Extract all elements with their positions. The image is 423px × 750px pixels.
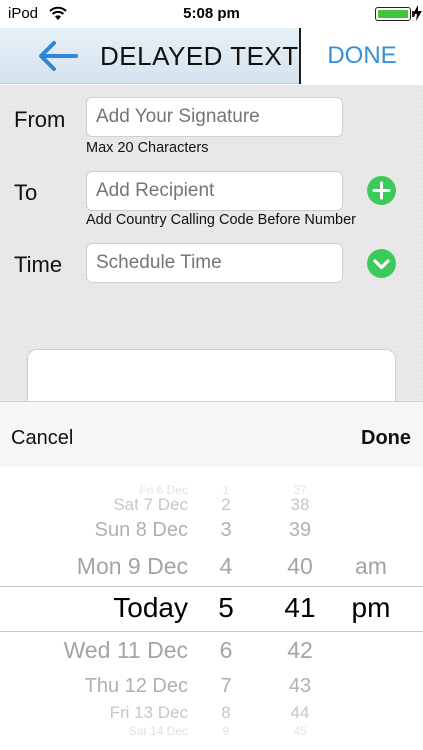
done-button[interactable]: DONE (301, 28, 423, 84)
date-time-picker[interactable]: Fri 6 Dec Sat 7 Dec Sun 8 Dec Mon 9 Dec Toda… (0, 467, 423, 750)
picker-hour-option[interactable]: 7 (200, 676, 252, 696)
plus-circle-icon (372, 181, 391, 200)
picker-date-option[interactable]: Fri 13 Dec (20, 704, 188, 721)
status-time: 5:08 pm (183, 5, 240, 22)
picker-hour-option[interactable]: 8 (200, 704, 252, 721)
status-bar: iPod 5:08 pm (0, 0, 423, 28)
picker-minute-option[interactable]: 43 (268, 676, 332, 696)
picker-cancel-button[interactable]: Cancel (11, 427, 73, 450)
time-label: Time (14, 252, 63, 277)
picker-date-option[interactable]: Wed 11 Dec (20, 638, 188, 662)
from-hint: Max 20 Characters (86, 140, 209, 156)
chevron-down-circle-icon (373, 259, 390, 270)
battery-icon (375, 7, 415, 21)
picker-hour-selected[interactable]: 5 (200, 594, 252, 622)
from-signature-input[interactable] (86, 97, 343, 137)
picker-minute-option[interactable]: 39 (268, 520, 332, 540)
picker-date-option[interactable]: Sat 14 Dec (20, 725, 188, 737)
charging-bolt-icon (413, 5, 422, 21)
picker-minute-option[interactable]: 44 (268, 704, 332, 721)
picker-hour-option[interactable]: 4 (200, 554, 252, 578)
message-form: From Max 20 Characters To Add Country Ca… (0, 85, 423, 419)
picker-toolbar: Cancel Done (0, 401, 423, 467)
to-label: To (14, 180, 38, 205)
picker-date-option[interactable]: Mon 9 Dec (20, 554, 188, 578)
picker-hour-option[interactable]: 9 (200, 725, 252, 737)
picker-meridiem-selected[interactable]: pm (340, 594, 402, 622)
picker-minute-option[interactable]: 38 (268, 496, 332, 513)
picker-date-selected[interactable]: Today (20, 594, 188, 622)
picker-date-option[interactable]: Sun 8 Dec (20, 520, 188, 540)
picker-hour-option[interactable]: 3 (200, 520, 252, 540)
to-hint: Add Country Calling Code Before Number (86, 212, 356, 228)
picker-date-option[interactable]: Sat 7 Dec (20, 496, 188, 513)
picker-date-option[interactable]: Thu 12 Dec (20, 676, 188, 696)
picker-minute-option[interactable]: 40 (268, 554, 332, 578)
navigation-bar: DELAYED TEXT DONE (0, 28, 423, 84)
arrow-left-icon[interactable] (36, 38, 80, 74)
time-expand-button[interactable] (367, 249, 396, 278)
picker-minute-selected[interactable]: 41 (268, 594, 332, 622)
from-label: From (14, 107, 66, 132)
picker-hour-option[interactable]: 6 (200, 638, 252, 662)
picker-minute-option[interactable]: 42 (268, 638, 332, 662)
recipient-input[interactable] (86, 171, 343, 211)
picker-meridiem-option[interactable]: am (340, 554, 402, 578)
picker-minute-option[interactable]: 45 (268, 725, 332, 737)
schedule-time-input[interactable] (86, 243, 343, 283)
picker-hour-option[interactable]: 2 (200, 496, 252, 513)
add-recipient-button[interactable] (367, 176, 396, 205)
picker-done-button[interactable]: Done (361, 427, 411, 450)
page-title: DELAYED TEXT (100, 41, 299, 71)
